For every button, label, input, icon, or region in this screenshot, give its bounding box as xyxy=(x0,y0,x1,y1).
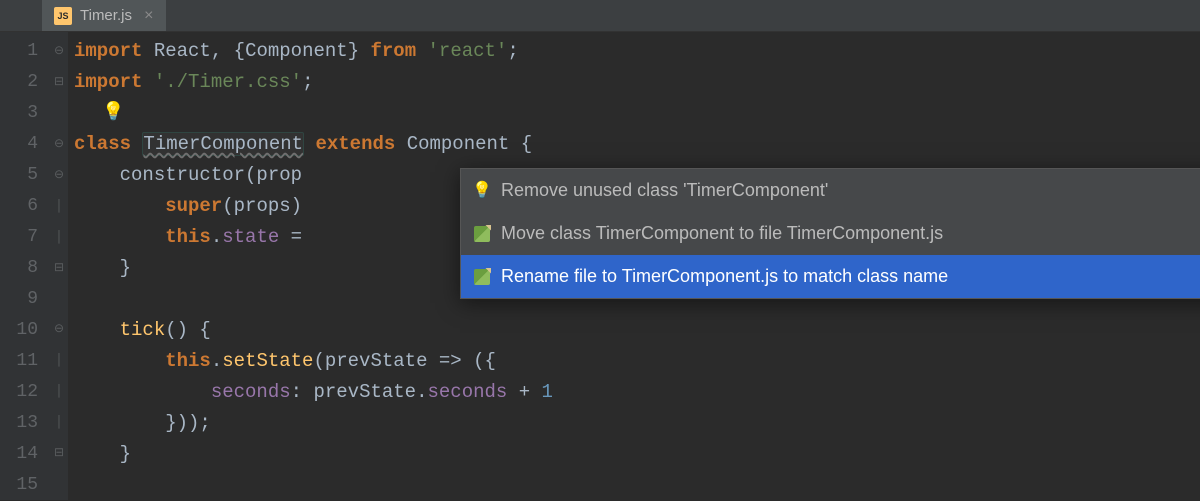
intention-action-move-class[interactable]: Move class TimerComponent to file TimerC… xyxy=(461,212,1200,255)
intention-action-remove-unused[interactable]: 💡 Remove unused class 'TimerComponent' ▶ xyxy=(461,169,1200,212)
code-line: seconds: prevState.seconds + 1 xyxy=(74,377,1200,408)
intention-label: Remove unused class 'TimerComponent' xyxy=(501,175,828,206)
close-tab-button[interactable]: × xyxy=(144,7,154,25)
editor: 1 2 3 4 5 6 7 8 9 10 11 12 13 14 15 ⊖ ⊟ … xyxy=(0,32,1200,500)
class-name-warning[interactable]: TimerComponent xyxy=(142,132,304,156)
line-number: 5 xyxy=(0,160,38,191)
intention-label: Rename file to TimerComponent.js to matc… xyxy=(501,261,948,292)
fold-marker[interactable]: ⊖ xyxy=(50,36,68,67)
fold-marker xyxy=(50,98,68,129)
fold-marker[interactable]: ⊟ xyxy=(50,438,68,469)
code-line: import './Timer.css'; xyxy=(74,67,1200,98)
line-number: 12 xyxy=(0,377,38,408)
line-number: 7 xyxy=(0,222,38,253)
intention-action-rename-file[interactable]: Rename file to TimerComponent.js to matc… xyxy=(461,255,1200,298)
intention-label: Move class TimerComponent to file TimerC… xyxy=(501,218,943,249)
code-area[interactable]: 💡 import React, {Component} from 'react'… xyxy=(68,32,1200,500)
code-line: tick() { xyxy=(74,315,1200,346)
fold-marker[interactable]: ⊖ xyxy=(50,314,68,345)
line-number: 9 xyxy=(0,284,38,315)
fold-marker: │ xyxy=(50,222,68,253)
code-line: this.setState(prevState => ({ xyxy=(74,346,1200,377)
fold-marker[interactable]: ⊟ xyxy=(50,253,68,284)
fold-marker xyxy=(50,284,68,315)
line-number: 1 xyxy=(0,36,38,67)
line-number: 14 xyxy=(0,439,38,470)
js-file-icon: JS xyxy=(54,7,72,25)
pencil-icon xyxy=(473,268,491,286)
fold-marker: │ xyxy=(50,376,68,407)
fold-marker: │ xyxy=(50,345,68,376)
line-number: 8 xyxy=(0,253,38,284)
fold-marker: │ xyxy=(50,191,68,222)
fold-column: ⊖ ⊟ ⊖ ⊖ │ │ ⊟ ⊖ │ │ │ ⊟ xyxy=(50,32,68,500)
code-line xyxy=(74,98,1200,129)
line-number: 3 xyxy=(0,98,38,129)
line-number: 13 xyxy=(0,408,38,439)
line-number: 15 xyxy=(0,470,38,501)
line-number-gutter: 1 2 3 4 5 6 7 8 9 10 11 12 13 14 15 xyxy=(0,32,50,500)
tab-bar: JS Timer.js × xyxy=(0,0,1200,32)
fold-marker[interactable]: ⊟ xyxy=(50,67,68,98)
line-number: 11 xyxy=(0,346,38,377)
tab-bar-padding xyxy=(0,0,42,31)
line-number: 10 xyxy=(0,315,38,346)
file-tab[interactable]: JS Timer.js × xyxy=(42,0,166,31)
line-number: 4 xyxy=(0,129,38,160)
code-line: } xyxy=(74,439,1200,470)
code-line: })); xyxy=(74,408,1200,439)
bulb-icon: 💡 xyxy=(473,182,491,200)
intention-bulb-icon[interactable]: 💡 xyxy=(102,98,124,129)
pencil-icon xyxy=(473,225,491,243)
fold-marker xyxy=(50,469,68,500)
code-line: class TimerComponent extends Component { xyxy=(74,129,1200,160)
line-number: 2 xyxy=(0,67,38,98)
intention-popup: 💡 Remove unused class 'TimerComponent' ▶… xyxy=(460,168,1200,299)
fold-marker[interactable]: ⊖ xyxy=(50,129,68,160)
fold-marker[interactable]: ⊖ xyxy=(50,160,68,191)
fold-marker: │ xyxy=(50,407,68,438)
tab-filename: Timer.js xyxy=(80,7,132,24)
line-number: 6 xyxy=(0,191,38,222)
code-line: import React, {Component} from 'react'; xyxy=(74,36,1200,67)
